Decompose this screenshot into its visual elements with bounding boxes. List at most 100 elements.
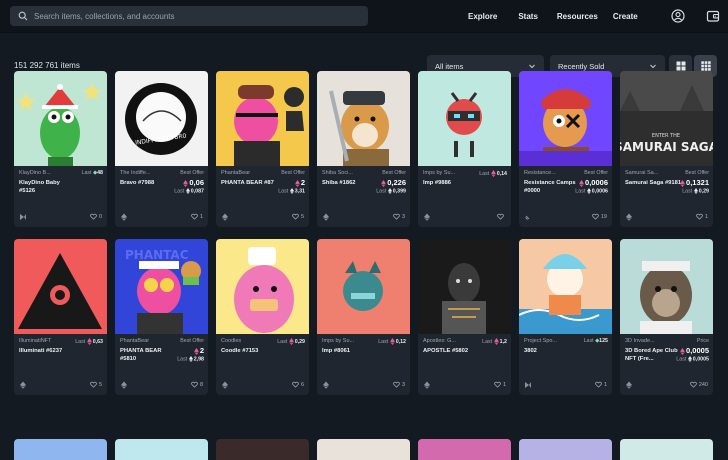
collection-name[interactable]: Apostles: G... — [423, 338, 467, 344]
heart-icon[interactable] — [689, 381, 697, 388]
favorite-button[interactable]: 3 — [393, 381, 405, 388]
nft-name[interactable]: PHANTA BEAR #5810 — [120, 347, 178, 363]
nft-name[interactable]: Imp #9886 — [423, 179, 481, 187]
favorite-button[interactable]: 3 — [393, 213, 405, 220]
nft-name[interactable]: Coodle #7153 — [221, 347, 279, 355]
heart-icon[interactable] — [696, 213, 703, 220]
nft-name[interactable]: PHANTA BEAR #87 — [221, 179, 279, 187]
nft-name[interactable]: Illuminati #6237 — [19, 347, 77, 355]
heart-icon[interactable] — [592, 213, 599, 220]
heart-icon[interactable] — [90, 213, 97, 220]
nft-image[interactable] — [14, 71, 107, 166]
nft-card[interactable]: PHANTAC PhantaBear PHANTA BEAR #5810 Bes… — [115, 239, 208, 395]
favorite-button[interactable]: 1 — [696, 213, 708, 220]
favorite-button[interactable]: 1 — [191, 213, 203, 220]
collection-name[interactable]: Project Spo... — [524, 338, 568, 344]
heart-icon[interactable] — [90, 381, 97, 388]
collection-name[interactable]: PhantaBear — [221, 170, 265, 176]
favorite-button[interactable]: 0 — [90, 213, 102, 220]
nav-create[interactable]: Create — [613, 12, 638, 21]
nft-card[interactable] — [519, 439, 612, 460]
nav-resources[interactable]: Resources — [557, 12, 598, 21]
favorite-button[interactable]: 19 — [592, 213, 607, 220]
nft-card[interactable]: Project Spo... 3802 Last ◆125 1 — [519, 239, 612, 395]
nft-name[interactable]: 3D Bored Ape Club NFT (Fre... — [625, 347, 683, 363]
nft-card[interactable]: Resistance... Resistance Camps #0000 Bes… — [519, 71, 612, 227]
nft-card[interactable]: 3D Invade... 3D Bored Ape Club NFT (Fre.… — [620, 239, 713, 395]
nft-card[interactable]: SAMURAI SAGAENTER THE Samurai Sa... Samu… — [620, 71, 713, 227]
heart-icon[interactable] — [494, 381, 501, 388]
favorite-button[interactable]: 6 — [292, 381, 304, 388]
nft-name[interactable]: Shiba #1862 — [322, 179, 380, 187]
nft-image[interactable]: INDIFFERENTBR0 — [115, 71, 208, 166]
nft-card[interactable]: KlayDino B... KlayDino Baby #5126 Last ◆… — [14, 71, 107, 227]
collection-name[interactable]: Shiba Soci... — [322, 170, 366, 176]
heart-icon[interactable] — [292, 213, 299, 220]
heart-icon[interactable] — [191, 213, 198, 220]
nft-image[interactable]: PHANTAC — [115, 239, 208, 334]
collection-name[interactable]: Imps by Su... — [423, 170, 467, 176]
nft-image[interactable] — [216, 239, 309, 334]
collection-name[interactable]: Imps by Su... — [322, 338, 366, 344]
collection-name[interactable]: 3D Invade... — [625, 338, 669, 344]
favorite-button[interactable]: 1 — [494, 381, 506, 388]
collection-name[interactable]: KlayDino B... — [19, 170, 63, 176]
favorite-button[interactable]: 5 — [292, 213, 304, 220]
nft-card[interactable]: IlluminatiNFT Illuminati #6237 Last 0,63… — [14, 239, 107, 395]
search-input[interactable] — [34, 11, 354, 21]
nft-image[interactable] — [216, 71, 309, 166]
nft-image[interactable]: SAMURAI SAGAENTER THE — [620, 71, 713, 166]
nav-stats[interactable]: Stats — [518, 12, 538, 21]
nft-name[interactable]: Imp #8061 — [322, 347, 380, 355]
nft-card[interactable] — [14, 439, 107, 460]
nft-card[interactable] — [115, 439, 208, 460]
nft-name[interactable]: Bravo #7988 — [120, 179, 178, 187]
nft-name[interactable]: KlayDino Baby #5126 — [19, 179, 77, 195]
heart-icon[interactable] — [292, 381, 299, 388]
nft-card[interactable]: Coodles Coodle #7153 Last 0,29 6 — [216, 239, 309, 395]
profile-icon[interactable] — [671, 9, 685, 23]
nft-card[interactable]: Apostles: G... APOSTLE #5802 Last 1,2 1 — [418, 239, 511, 395]
favorite-button[interactable]: 240 — [689, 381, 708, 388]
favorite-button[interactable]: 5 — [90, 381, 102, 388]
nft-card[interactable]: Imps by Su... Imp #9886 Last 0,14 — [418, 71, 511, 227]
favorite-button[interactable] — [497, 213, 506, 220]
nft-image[interactable] — [620, 239, 713, 334]
nft-card[interactable] — [620, 439, 713, 460]
collection-name[interactable]: Coodles — [221, 338, 265, 344]
nft-card[interactable]: INDIFFERENTBR0 The Indiffe... Bravo #798… — [115, 71, 208, 227]
nft-card[interactable]: Shiba Soci... Shiba #1862 Best Offer 0,2… — [317, 71, 410, 227]
heart-icon[interactable] — [497, 213, 504, 220]
nft-card[interactable]: Imps by Su... Imp #8061 Last 0,12 3 — [317, 239, 410, 395]
collection-name[interactable]: PhantaBear — [120, 338, 164, 344]
wallet-icon[interactable] — [706, 9, 720, 23]
heart-icon[interactable] — [595, 381, 602, 388]
nav-explore[interactable]: Explore — [468, 12, 497, 21]
nft-image[interactable] — [14, 239, 107, 334]
nft-image[interactable] — [519, 239, 612, 334]
favorite-button[interactable]: 1 — [595, 381, 607, 388]
favorite-button[interactable]: 8 — [191, 381, 203, 388]
nft-name[interactable]: APOSTLE #5802 — [423, 347, 481, 355]
heart-icon[interactable] — [393, 381, 400, 388]
heart-icon[interactable] — [191, 381, 198, 388]
nft-image[interactable] — [418, 71, 511, 166]
nft-card[interactable]: PhantaBear PHANTA BEAR #87 Best Offer 2 … — [216, 71, 309, 227]
last-sale: Last 2,98 — [177, 356, 204, 362]
search-bar[interactable] — [10, 6, 368, 26]
nft-image[interactable] — [317, 239, 410, 334]
collection-name[interactable]: Samurai Sa... — [625, 170, 669, 176]
nft-card[interactable] — [418, 439, 511, 460]
collection-name[interactable]: Resistance... — [524, 170, 568, 176]
nft-image[interactable] — [418, 239, 511, 334]
nft-name[interactable]: Resistance Camps #0000 — [524, 179, 582, 195]
nft-card[interactable] — [317, 439, 410, 460]
nft-name[interactable]: 3802 — [524, 347, 582, 355]
nft-image[interactable] — [519, 71, 612, 166]
nft-card[interactable] — [216, 439, 309, 460]
heart-icon[interactable] — [393, 213, 400, 220]
collection-name[interactable]: The Indiffe... — [120, 170, 164, 176]
nft-image[interactable] — [317, 71, 410, 166]
nft-name[interactable]: Samurai Saga #9181 — [625, 179, 683, 187]
collection-name[interactable]: IlluminatiNFT — [19, 338, 63, 344]
